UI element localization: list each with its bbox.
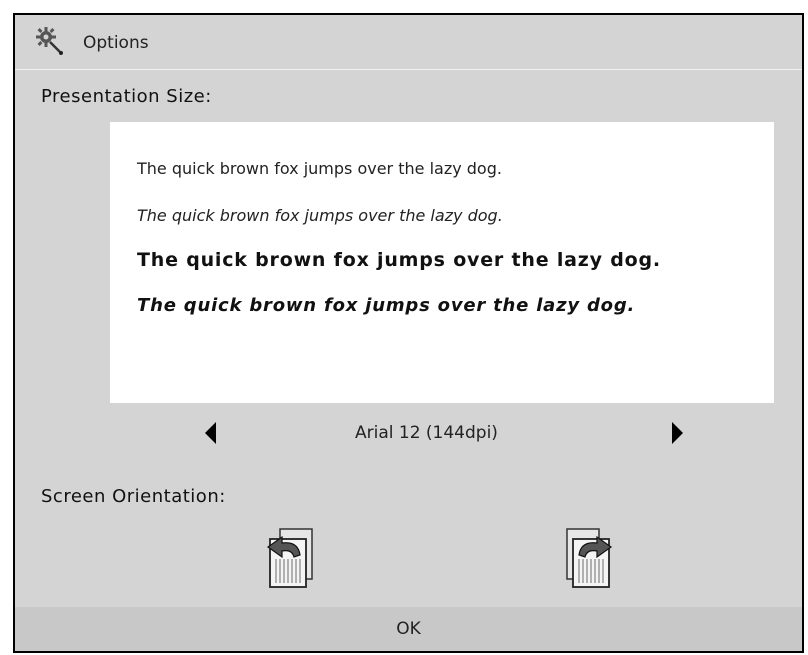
font-size-value: Arial 12 (144dpi): [355, 423, 498, 443]
font-preview-panel: The quick brown fox jumps over the lazy …: [110, 122, 774, 403]
right-triangle-icon[interactable]: [666, 420, 686, 446]
ok-button[interactable]: OK: [15, 607, 802, 651]
screen-orientation-label: Screen Orientation:: [41, 486, 226, 507]
options-window: Options Presentation Size: The quick bro…: [13, 13, 804, 653]
presentation-size-label: Presentation Size:: [41, 86, 212, 107]
sample-text-bold: The quick brown fox jumps over the lazy …: [137, 249, 661, 271]
sample-text-italic: The quick brown fox jumps over the lazy …: [137, 206, 503, 225]
sample-text-regular: The quick brown fox jumps over the lazy …: [137, 159, 502, 178]
rotate-left-icon[interactable]: [260, 525, 320, 591]
rotate-right-icon[interactable]: [559, 525, 619, 591]
gear-wand-icon: [36, 27, 63, 55]
title-bar: Options: [15, 15, 802, 69]
left-triangle-icon[interactable]: [202, 420, 222, 446]
title-divider: [15, 69, 802, 70]
bottom-bar: OK: [15, 607, 802, 651]
window-title: Options: [83, 33, 149, 53]
sample-text-bold-italic: The quick brown fox jumps over the lazy …: [137, 295, 636, 316]
